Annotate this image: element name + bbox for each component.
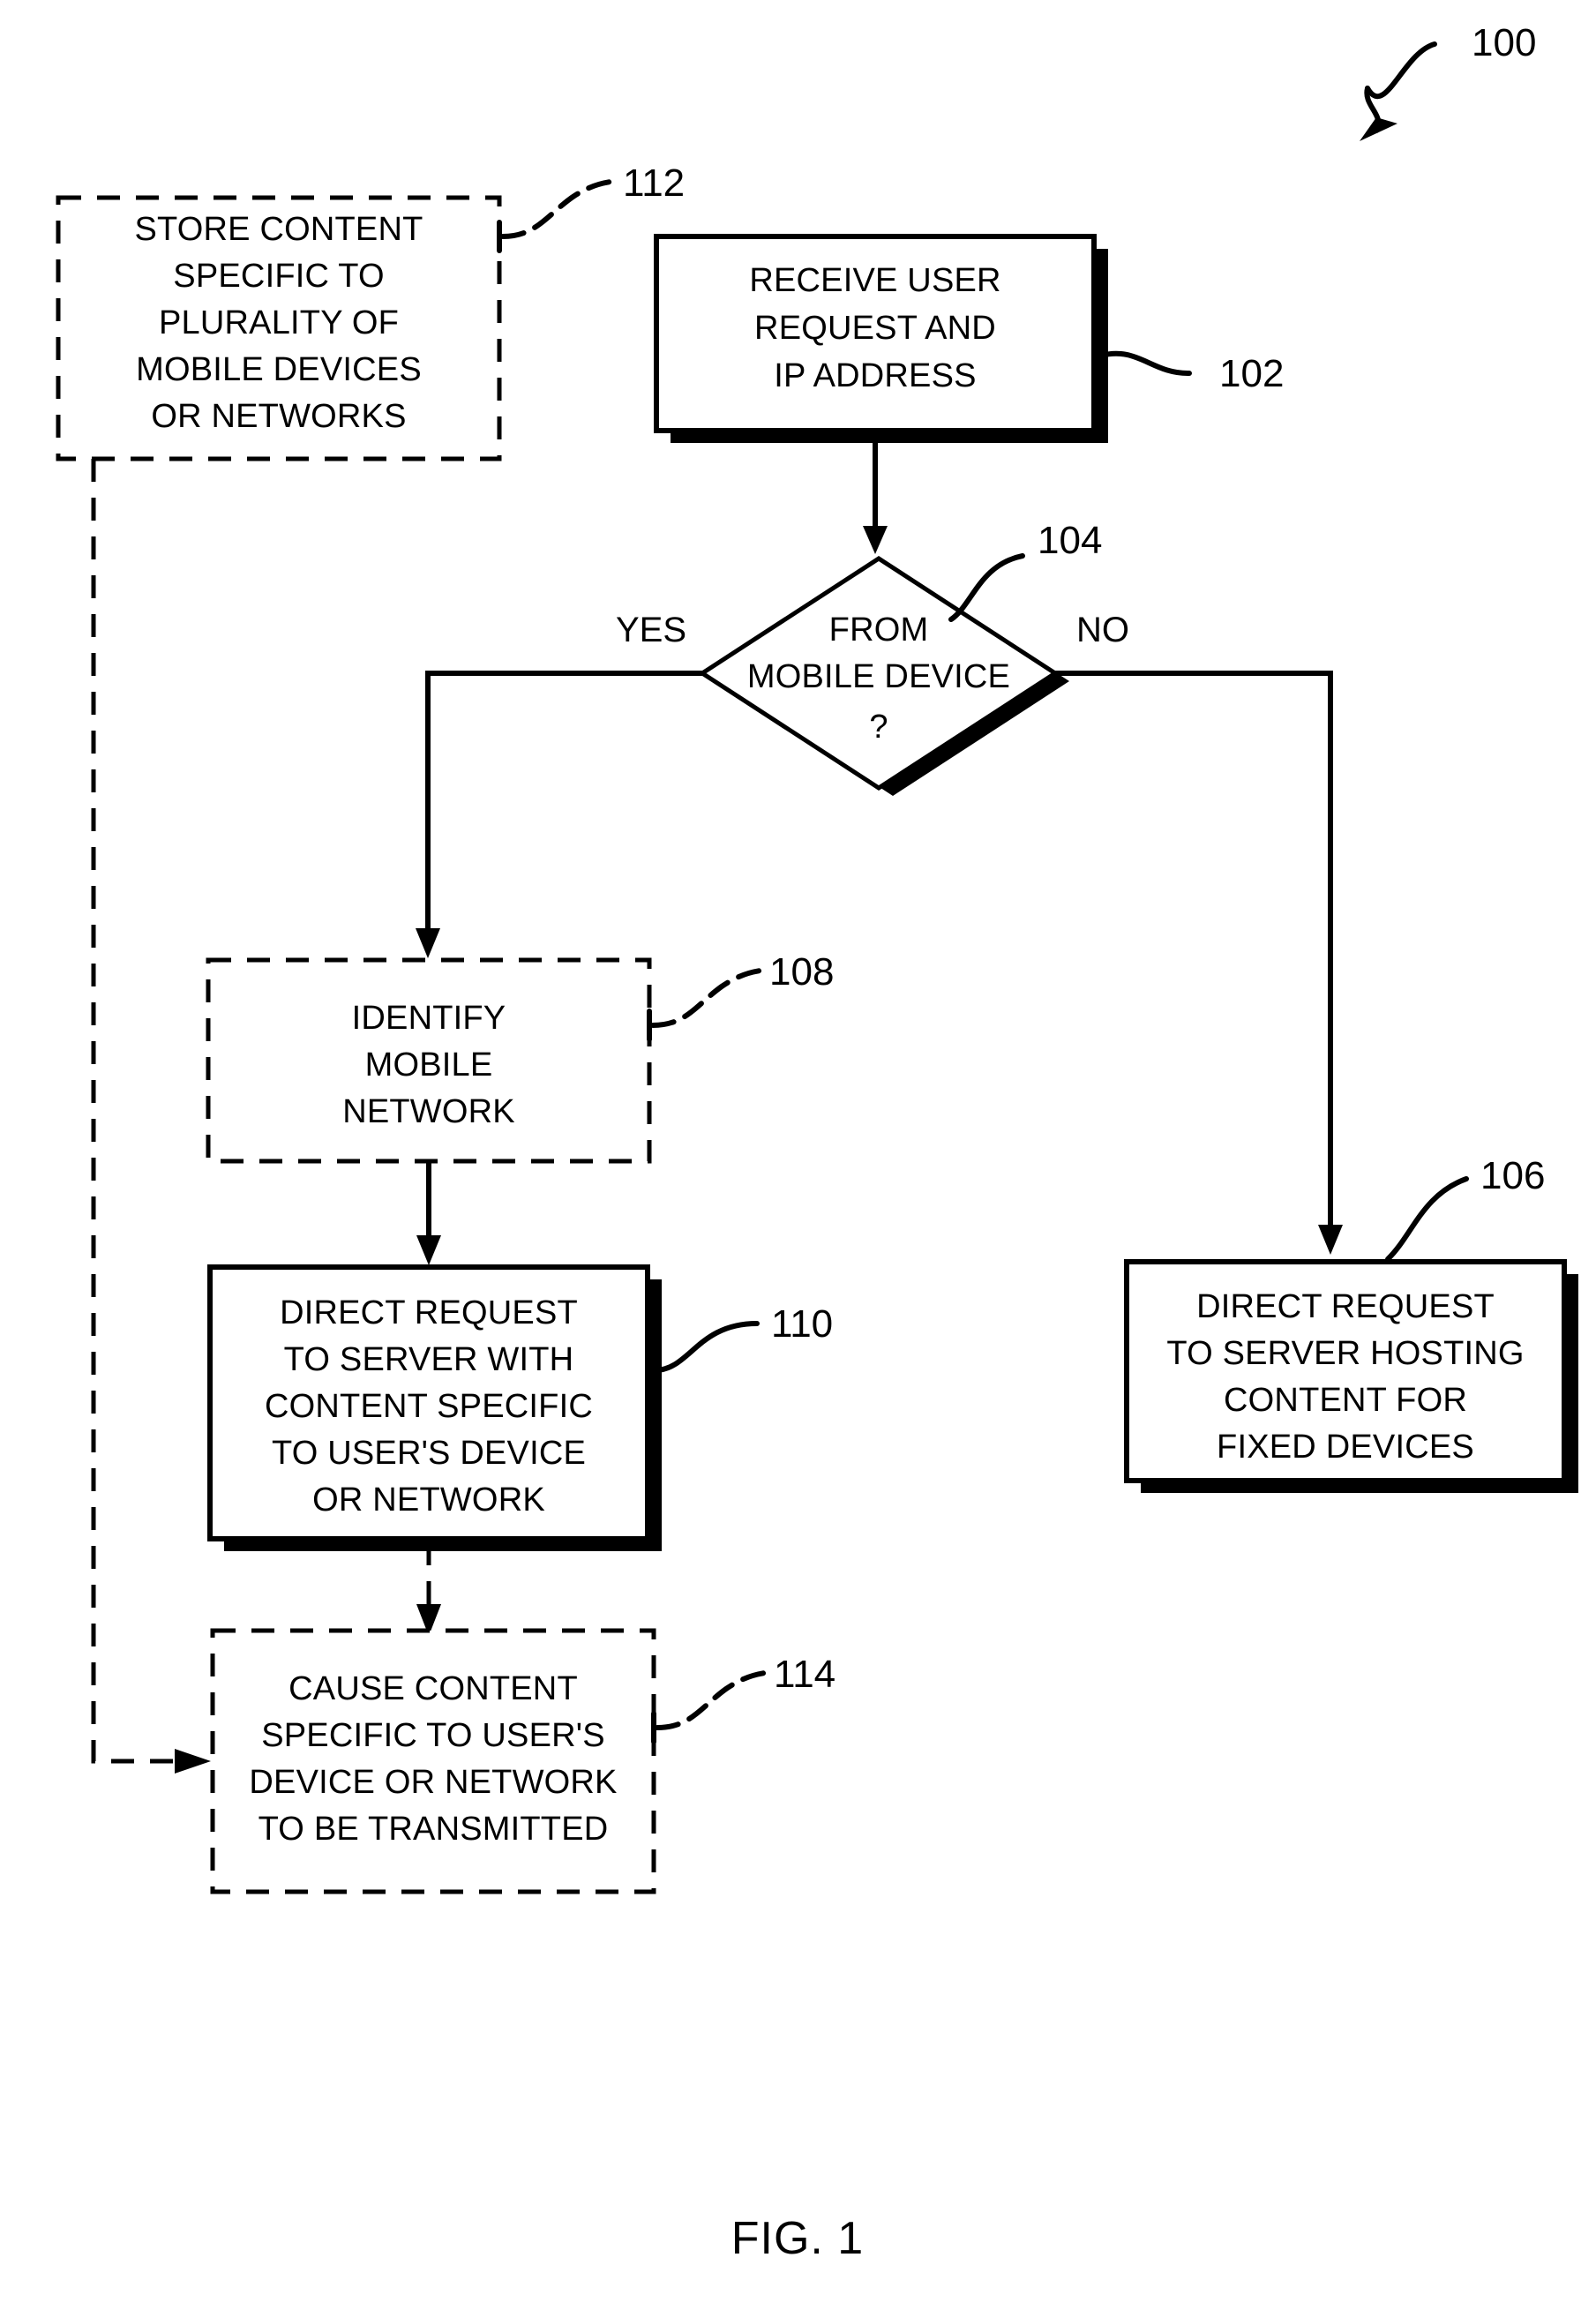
node-receive-request: RECEIVE USER REQUEST AND IP ADDRESS — [654, 234, 1108, 443]
branch-no: NO — [1055, 611, 1343, 1255]
ref-leader-108: 108 — [647, 950, 834, 1042]
store-content-line-4: MOBILE DEVICES — [136, 351, 422, 388]
ref-label-102: 102 — [1219, 352, 1284, 395]
ref-leader-106: 106 — [1385, 1154, 1545, 1262]
flow-store-to-cause — [91, 459, 211, 1774]
ref-label-112: 112 — [623, 161, 685, 205]
ref-label-108: 108 — [769, 950, 834, 994]
node-cause-content: CAUSE CONTENT SPECIFIC TO USER'S DEVICE … — [210, 1628, 656, 1894]
flow-identify-to-direct — [416, 1161, 441, 1265]
ref-leader-104: 104 — [948, 519, 1102, 622]
node-direct-specific: DIRECT REQUEST TO SERVER WITH CONTENT SP… — [207, 1264, 662, 1551]
ref-leader-114: 114 — [651, 1653, 835, 1744]
ref-label-106: 106 — [1480, 1154, 1545, 1197]
flow-direct-to-cause — [416, 1542, 441, 1636]
cause-content-line-4: TO BE TRANSMITTED — [259, 1811, 609, 1848]
ref-leader-102: 102 — [1098, 350, 1284, 395]
ref-label-114: 114 — [774, 1653, 835, 1696]
branch-yes: YES — [416, 611, 702, 958]
direct-specific-line-4: TO USER'S DEVICE — [272, 1435, 586, 1472]
branch-label-yes: YES — [616, 611, 686, 649]
node-identify-network: IDENTIFY MOBILE NETWORK — [206, 957, 652, 1164]
decision-line-2: MOBILE DEVICE — [747, 658, 1010, 695]
store-content-line-3: PLURALITY OF — [159, 304, 399, 341]
decision-line-3: ? — [869, 709, 888, 746]
ref-label-100: 100 — [1472, 21, 1536, 64]
direct-specific-line-5: OR NETWORK — [312, 1481, 545, 1519]
store-content-line-5: OR NETWORKS — [151, 398, 406, 435]
ref-label-104: 104 — [1038, 519, 1102, 562]
branch-label-no: NO — [1076, 611, 1129, 649]
identify-network-line-1: IDENTIFY — [352, 1000, 506, 1037]
node-store-content: STORE CONTENT SPECIFIC TO PLURALITY OF M… — [56, 195, 502, 461]
direct-specific-line-3: CONTENT SPECIFIC — [265, 1388, 593, 1425]
flowchart-canvas: 100 STORE CONTENT SPECIFIC TO PLURALITY … — [56, 21, 1578, 2264]
node-decision: FROM MOBILE DEVICE ? — [698, 556, 1069, 796]
receive-request-line-1: RECEIVE USER — [749, 262, 1000, 299]
node-direct-fixed: DIRECT REQUEST TO SERVER HOSTING CONTENT… — [1124, 1259, 1578, 1493]
store-content-line-2: SPECIFIC TO — [173, 258, 384, 295]
identify-network-line-2: MOBILE — [365, 1046, 493, 1084]
identify-network-line-3: NETWORK — [342, 1093, 515, 1130]
direct-fixed-line-3: CONTENT FOR — [1224, 1382, 1467, 1419]
cause-content-line-1: CAUSE CONTENT — [288, 1670, 578, 1707]
ref-label-110: 110 — [771, 1302, 833, 1346]
direct-fixed-line-1: DIRECT REQUEST — [1196, 1288, 1495, 1325]
direct-specific-line-1: DIRECT REQUEST — [280, 1294, 578, 1331]
store-content-line-1: STORE CONTENT — [134, 211, 423, 248]
figure-caption: FIG. 1 — [731, 2213, 864, 2264]
ref-leader-110: 110 — [652, 1302, 833, 1373]
cause-content-line-2: SPECIFIC TO USER'S — [261, 1717, 605, 1754]
direct-fixed-line-4: FIXED DEVICES — [1217, 1429, 1474, 1466]
figure-ref-100: 100 — [1360, 21, 1536, 141]
patent-figure-page: 100 STORE CONTENT SPECIFIC TO PLURALITY … — [0, 0, 1596, 2310]
decision-line-1: FROM — [829, 611, 929, 649]
direct-fixed-line-2: TO SERVER HOSTING — [1166, 1335, 1524, 1372]
direct-specific-line-2: TO SERVER WITH — [284, 1341, 574, 1378]
cause-content-line-3: DEVICE OR NETWORK — [249, 1764, 617, 1801]
receive-request-line-3: IP ADDRESS — [774, 357, 976, 394]
receive-request-line-2: REQUEST AND — [754, 310, 996, 347]
flow-receive-to-decision — [863, 431, 888, 554]
